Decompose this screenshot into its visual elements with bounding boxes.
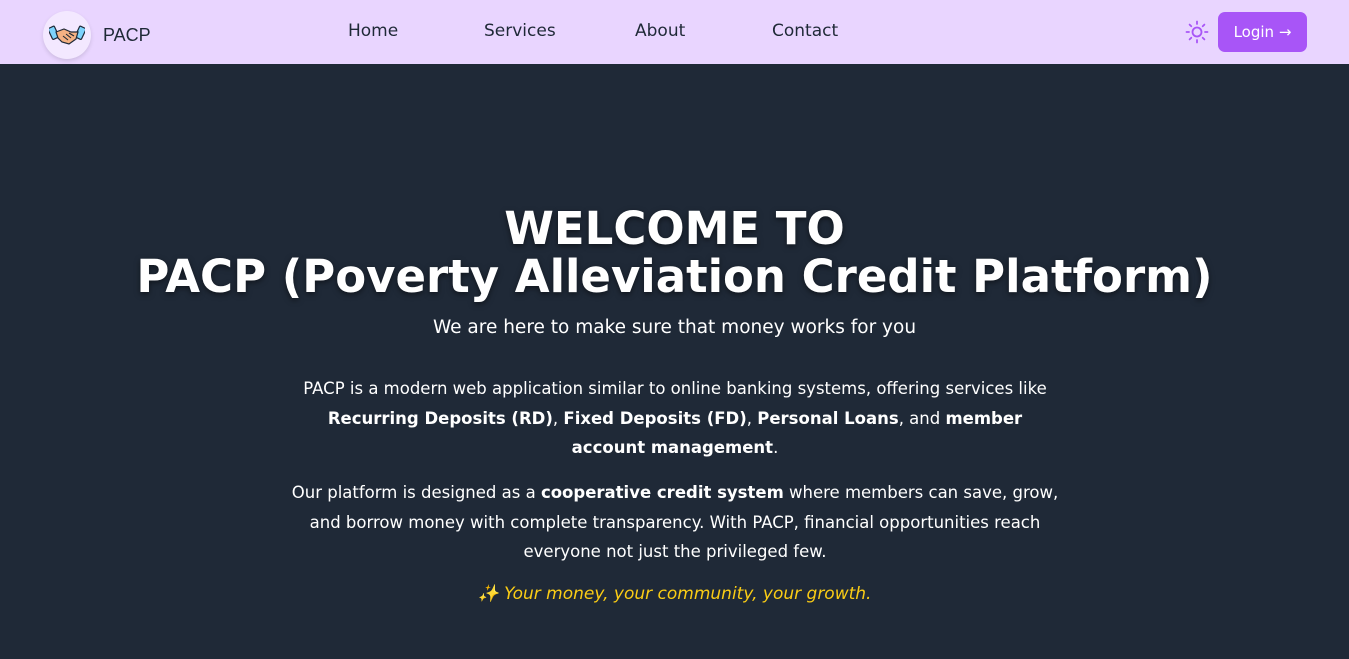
separator-text: , — [552, 408, 564, 428]
sun-icon — [1185, 20, 1209, 44]
fd-highlight: Fixed Deposits (FD) — [563, 408, 747, 428]
nav-link-contact[interactable]: Contact — [772, 21, 838, 41]
separator-text: , — [746, 408, 758, 428]
nav-link-about[interactable]: About — [635, 21, 685, 41]
hero-title-line1: WELCOME TO — [504, 202, 845, 255]
platform-paragraph: Our platform is designed as a cooperativ… — [290, 478, 1060, 567]
login-button[interactable]: Login → — [1218, 12, 1307, 52]
platform-intro-text: Our platform is designed as a — [291, 483, 541, 502]
hero-subtitle: We are here to make sure that money work… — [432, 317, 917, 338]
tagline: ✨ Your money, your community, your growt… — [477, 584, 872, 604]
hero-section: WELCOME TO PACP (Poverty Alleviation Cre… — [0, 64, 1349, 659]
nav-links: Home Services About Contact — [0, 0, 1349, 64]
intro-paragraph: PACP is a modern web application similar… — [290, 374, 1060, 463]
theme-toggle-button[interactable] — [1185, 20, 1209, 44]
intro-text: PACP is a modern web application similar… — [303, 379, 1047, 398]
hero-title: WELCOME TO PACP (Poverty Alleviation Cre… — [0, 205, 1349, 301]
rd-highlight: Recurring Deposits (RD) — [327, 408, 553, 428]
hero-title-line2: PACP (Poverty Alleviation Credit Platfor… — [136, 250, 1213, 303]
cooperative-highlight: cooperative credit system — [540, 483, 784, 502]
loans-highlight: Personal Loans — [757, 408, 899, 428]
nav-link-home[interactable]: Home — [348, 21, 398, 41]
separator-text: , and — [898, 408, 946, 428]
nav-link-services[interactable]: Services — [484, 21, 556, 41]
period-text: . — [773, 438, 779, 457]
navbar: PACP Home Services About Contact Login → — [0, 0, 1349, 64]
